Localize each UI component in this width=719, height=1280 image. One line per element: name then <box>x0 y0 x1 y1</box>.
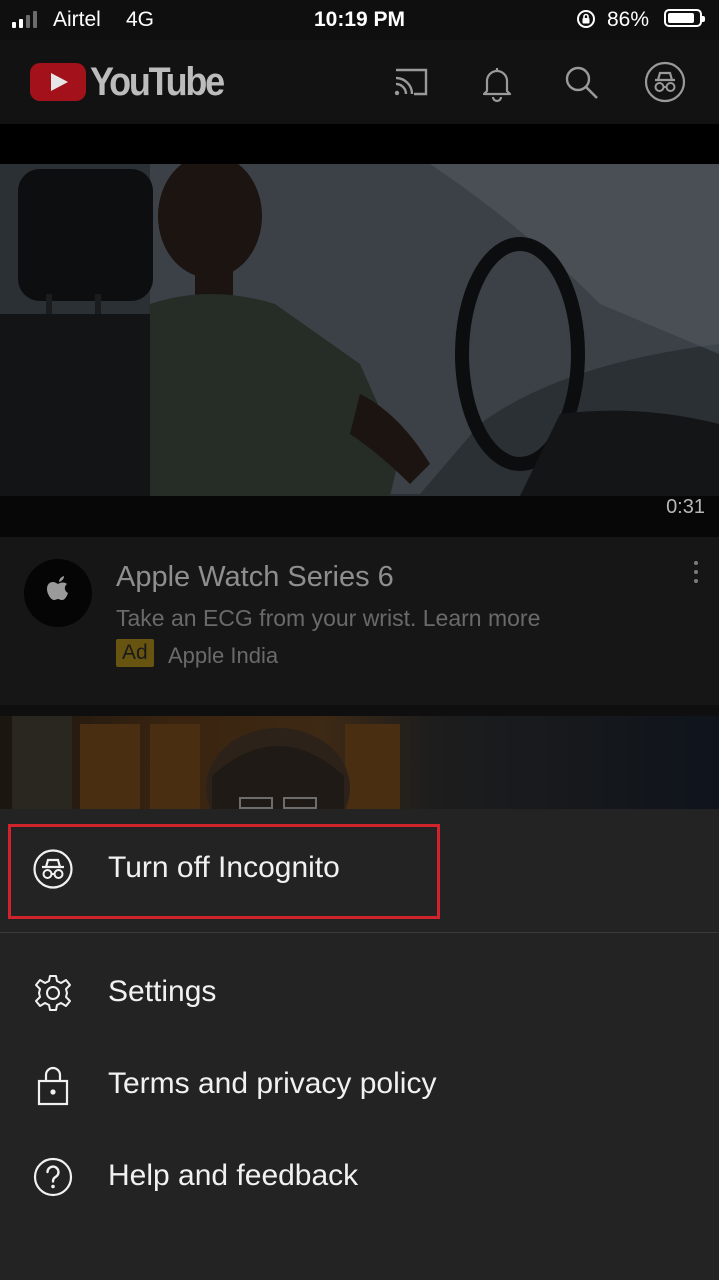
app-header: YouTube <box>0 40 719 124</box>
ad-badge: Ad <box>116 639 154 667</box>
turn-off-incognito-item[interactable]: Turn off Incognito <box>0 823 719 915</box>
ad-video-thumbnail[interactable]: 0:31 <box>0 164 719 537</box>
gear-icon <box>32 972 74 1014</box>
notifications-bell-icon[interactable] <box>475 60 519 104</box>
advertiser-avatar[interactable] <box>24 559 92 627</box>
battery-icon <box>664 9 705 27</box>
status-bar: Airtel 4G 10:19 PM 86% <box>0 0 719 40</box>
account-menu-sheet: Turn off Incognito Settings Terms and pr… <box>0 809 719 1280</box>
menu-divider <box>0 932 719 933</box>
help-icon <box>32 1156 74 1198</box>
menu-item-label: Terms and privacy policy <box>108 1067 437 1100</box>
video-duration: 0:31 <box>666 496 705 518</box>
help-feedback-item[interactable]: Help and feedback <box>0 1131 719 1223</box>
settings-item[interactable]: Settings <box>0 947 719 1039</box>
next-video-thumbnail[interactable] <box>0 716 719 809</box>
carrier-name: Airtel <box>53 8 101 31</box>
ad-info-card[interactable]: Apple Watch Series 6 Take an ECG from yo… <box>0 537 719 705</box>
more-options-icon[interactable] <box>691 561 701 591</box>
search-icon[interactable] <box>559 60 603 104</box>
cellular-signal-icon <box>12 11 37 28</box>
incognito-icon <box>32 848 74 890</box>
rotation-lock-icon <box>577 10 595 28</box>
terms-privacy-item[interactable]: Terms and privacy policy <box>0 1039 719 1131</box>
battery-percentage: 86% <box>607 8 650 31</box>
incognito-account-icon[interactable] <box>643 60 687 104</box>
youtube-wordmark: YouTube <box>90 59 225 104</box>
youtube-logo[interactable]: YouTube <box>30 59 238 104</box>
network-type: 4G <box>126 8 155 31</box>
ad-title[interactable]: Apple Watch Series 6 <box>116 561 394 594</box>
cast-icon[interactable] <box>388 60 432 104</box>
menu-item-label: Turn off Incognito <box>108 851 340 884</box>
feed-spacer <box>0 124 719 164</box>
menu-item-label: Settings <box>108 975 217 1008</box>
thumbnail-scene <box>0 164 719 537</box>
advertiser-name[interactable]: Apple India <box>168 643 278 669</box>
menu-item-label: Help and feedback <box>108 1159 359 1192</box>
ad-description[interactable]: Take an ECG from your wrist. Learn more <box>116 605 540 632</box>
youtube-play-icon <box>30 63 86 101</box>
apple-logo-icon <box>47 576 68 600</box>
lock-icon <box>32 1064 74 1106</box>
thumbnail-scene-2 <box>12 716 400 809</box>
